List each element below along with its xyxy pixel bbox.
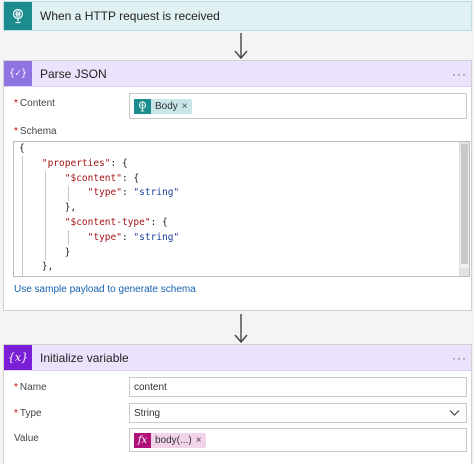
required-marker: * [14, 408, 18, 419]
curly-braces-icon: {✓} [4, 61, 32, 86]
content-label-text: Content [19, 98, 55, 109]
scroll-down-arrow[interactable] [460, 268, 469, 276]
http-trigger-header[interactable]: When a HTTP request is received [4, 2, 471, 30]
type-label: * Type [14, 408, 42, 419]
value-label-text: Value [14, 433, 39, 444]
http-trigger-title: When a HTTP request is received [40, 9, 220, 23]
body-token-label: Body [155, 100, 178, 112]
initialize-variable-card: {x} Initialize variable ··· * Name conten… [3, 344, 472, 464]
schema-label-text: Schema [19, 126, 57, 137]
parse-json-title: Parse JSON [40, 66, 107, 81]
scroll-thumb[interactable] [461, 144, 468, 264]
name-label-text: Name [19, 382, 47, 393]
name-input-value: content [134, 381, 167, 393]
schema-code-line: "properties": { [41, 157, 128, 169]
content-field[interactable]: Body × [129, 93, 467, 119]
http-request-icon [134, 98, 151, 114]
flow-arrow-down-icon [234, 314, 248, 344]
type-select-value: String [134, 407, 161, 419]
schema-code-line: "type": "object" [19, 275, 179, 276]
body-expression-token[interactable]: fx body(...) × [134, 432, 206, 448]
schema-label: * Schema [14, 126, 57, 137]
schema-code-line: }, [19, 261, 54, 273]
initialize-variable-header[interactable]: {x} Initialize variable ··· [4, 345, 471, 371]
chevron-down-icon[interactable] [449, 409, 460, 417]
schema-code-line: { [19, 143, 25, 154]
content-label: * Content [14, 98, 55, 109]
schema-scrollbar[interactable] [459, 142, 469, 276]
remove-token-icon[interactable]: × [196, 435, 206, 446]
value-field[interactable]: fx body(...) × [129, 428, 467, 452]
initialize-variable-title: Initialize variable [40, 350, 129, 365]
name-label: * Name [14, 382, 47, 393]
expression-token-label: body(...) [155, 434, 192, 446]
sample-payload-link[interactable]: Use sample payload to generate schema [14, 284, 196, 295]
schema-code-line: "$content": { [64, 172, 140, 184]
schema-code-line: "type": "string" [87, 187, 180, 199]
required-marker: * [14, 98, 18, 109]
remove-token-icon[interactable]: × [182, 101, 192, 112]
http-trigger-card[interactable]: When a HTTP request is received [3, 1, 472, 31]
variable-icon: {x} [4, 345, 32, 370]
schema-code-line: "$content-type": { [64, 216, 168, 228]
schema-code[interactable]: { "properties": { "$content": { "type": … [19, 142, 180, 276]
name-input[interactable]: content [129, 377, 467, 397]
schema-code-line: "type": "string" [87, 231, 180, 243]
more-options-icon[interactable]: ··· [452, 351, 467, 365]
required-marker: * [14, 126, 18, 137]
type-select[interactable]: String [129, 403, 467, 423]
expression-fx-icon: fx [134, 432, 151, 448]
schema-code-line: }, [19, 202, 77, 214]
body-token[interactable]: Body × [134, 98, 192, 114]
flow-arrow-down-icon [234, 33, 248, 60]
type-label-text: Type [19, 408, 42, 419]
http-request-icon [4, 2, 32, 30]
more-options-icon[interactable]: ··· [452, 67, 467, 81]
schema-editor[interactable]: { "properties": { "$content": { "type": … [13, 141, 470, 277]
value-label: Value [14, 433, 39, 444]
parse-json-header[interactable]: {✓} Parse JSON ··· [4, 61, 471, 87]
required-marker: * [14, 382, 18, 393]
schema-code-line: } [19, 246, 71, 258]
